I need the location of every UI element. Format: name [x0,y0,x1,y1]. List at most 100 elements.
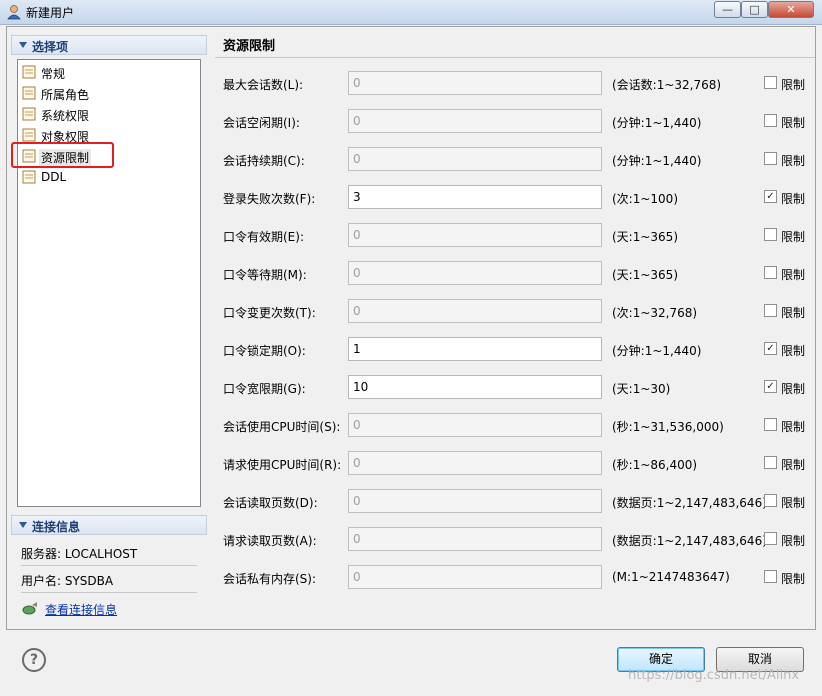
limit-checkbox[interactable] [764,76,777,89]
limit-checkbox[interactable]: ✓ [764,380,777,393]
limit-value-input[interactable]: 0 [348,261,602,285]
limit-checkbox-label[interactable]: 限制 [781,152,805,169]
watermark: https://blog.csdn.net/Allnx [628,668,800,683]
limit-row: 口令有效期(E): 0 (天:1~365) 限制 [215,223,815,247]
limit-value-input[interactable]: 0 [348,565,602,589]
limit-label: 口令等待期(M): [223,268,307,282]
limit-row: 口令变更次数(T): 0 (次:1~32,768) 限制 [215,299,815,323]
limit-row: 会话使用CPU时间(S): 0 (秒:1~31,536,000) 限制 [215,413,815,437]
limit-checkbox[interactable] [764,532,777,545]
user-info: 用户名: SYSDBA [21,574,114,588]
limit-range: (M:1~2147483647) [612,570,730,584]
limit-label: 会话读取页数(D): [223,496,318,510]
limit-value-input[interactable]: 0 [348,451,602,475]
limit-checkbox-label[interactable]: 限制 [781,266,805,283]
limit-checkbox[interactable] [764,570,777,583]
limit-label: 会话空闲期(I): [223,116,300,130]
limit-range: (秒:1~31,536,000) [612,420,724,434]
limit-row: 会话私有内存(S): 0 (M:1~2147483647) 限制 [215,565,815,589]
maximize-button[interactable]: □ [741,1,768,18]
limit-row: 口令宽限期(G): 10 (天:1~30) ✓ 限制 [215,375,815,399]
limit-checkbox[interactable] [764,418,777,431]
divider [215,57,815,58]
limit-checkbox-label[interactable]: 限制 [781,114,805,131]
limit-checkbox-label[interactable]: 限制 [781,190,805,207]
limit-range: (数据页:1~2,147,483,646) [612,534,767,548]
divider [21,565,197,566]
limit-checkbox[interactable] [764,266,777,279]
limit-value-input[interactable]: 0 [348,489,602,513]
limit-value-input[interactable]: 0 [348,299,602,323]
limit-row: 登录失败次数(F): 3 (次:1~100) ✓ 限制 [215,185,815,209]
limit-value-input[interactable]: 10 [348,375,602,399]
button-bar: ? 确定 取消 https://blog.csdn.net/Allnx [0,630,822,696]
limit-checkbox-label[interactable]: 限制 [781,228,805,245]
limit-checkbox[interactable] [764,114,777,127]
page-icon [22,128,36,142]
limit-value-input[interactable]: 0 [348,527,602,551]
close-button[interactable]: ✕ [768,1,814,18]
limit-value-input[interactable]: 0 [348,147,602,171]
minimize-button[interactable]: — [714,1,741,18]
selection-highlight-box [11,142,114,168]
limit-checkbox-label[interactable]: 限制 [781,418,805,435]
limit-checkbox[interactable]: ✓ [764,342,777,355]
limit-value-input[interactable]: 3 [348,185,602,209]
limit-checkbox-label[interactable]: 限制 [781,570,805,587]
user-icon [7,5,21,20]
limit-checkbox-label[interactable]: 限制 [781,494,805,511]
limit-range: (秒:1~86,400) [612,458,698,472]
limit-label: 会话私有内存(S): [223,572,317,586]
connection-icon [22,602,37,615]
limit-checkbox[interactable] [764,304,777,317]
limit-label: 会话使用CPU时间(S): [223,420,341,434]
limit-range: (分钟:1~1,440) [612,344,702,358]
window-title: 新建用户 [26,6,75,20]
page-icon [22,170,36,184]
limit-label: 口令锁定期(O): [223,344,306,358]
limit-range: (次:1~100) [612,192,679,206]
limit-row: 口令锁定期(O): 1 (分钟:1~1,440) ✓ 限制 [215,337,815,361]
limit-row: 会话空闲期(I): 0 (分钟:1~1,440) 限制 [215,109,815,133]
limit-checkbox-label[interactable]: 限制 [781,342,805,359]
limit-checkbox[interactable] [764,228,777,241]
options-tree: 常规 所属角色 系统权限 对象权限 资源限制 DDL [17,59,201,507]
divider [21,592,197,593]
limit-label: 口令变更次数(T): [223,306,316,320]
limit-row: 会话读取页数(D): 0 (数据页:1~2,147,483,646) 限制 [215,489,815,513]
connection-section-title: 连接信息 [32,520,81,534]
limit-label: 最大会话数(L): [223,78,304,92]
limit-label: 会话持续期(C): [223,154,305,168]
limit-checkbox-label[interactable]: 限制 [781,532,805,549]
limit-value-input[interactable]: 0 [348,223,602,247]
page-icon [22,107,36,121]
main-pane: 资源限制 最大会话数(L): 0 (会话数:1~32,768) 限制 会话空闲期(I):… [215,27,815,629]
help-icon[interactable]: ? [22,648,46,672]
limit-checkbox[interactable] [764,494,777,507]
limit-checkbox[interactable] [764,152,777,165]
limit-row: 请求使用CPU时间(R): 0 (秒:1~86,400) 限制 [215,451,815,475]
dialog-body: 选择项 常规 所属角色 系统权限 对象权限 资源限制 DDL 连接信息 服务器:… [6,26,816,630]
server-info: 服务器: LOCALHOST [21,547,138,561]
limit-value-input[interactable]: 0 [348,109,602,133]
limit-label: 口令有效期(E): [223,230,304,244]
collapse-triangle-icon [19,522,27,528]
limit-checkbox-label[interactable]: 限制 [781,76,805,93]
page-icon [22,65,36,79]
options-section-header[interactable]: 选择项 [11,35,207,55]
limit-value-input[interactable]: 0 [348,71,602,95]
connection-section-header[interactable]: 连接信息 [11,515,207,535]
view-connection-label[interactable]: 查看连接信息 [45,601,117,618]
limit-checkbox[interactable] [764,456,777,469]
limit-checkbox[interactable]: ✓ [764,190,777,203]
limit-checkbox-label[interactable]: 限制 [781,380,805,397]
page-icon [22,86,36,100]
limit-value-input[interactable]: 0 [348,413,602,437]
limit-checkbox-label[interactable]: 限制 [781,456,805,473]
limit-range: (会话数:1~32,768) [612,78,722,92]
title-bar: 新建用户 — □ ✕ [0,0,822,25]
limit-range: (天:1~365) [612,268,679,282]
limit-range: (天:1~365) [612,230,679,244]
limit-value-input[interactable]: 1 [348,337,602,361]
limit-checkbox-label[interactable]: 限制 [781,304,805,321]
